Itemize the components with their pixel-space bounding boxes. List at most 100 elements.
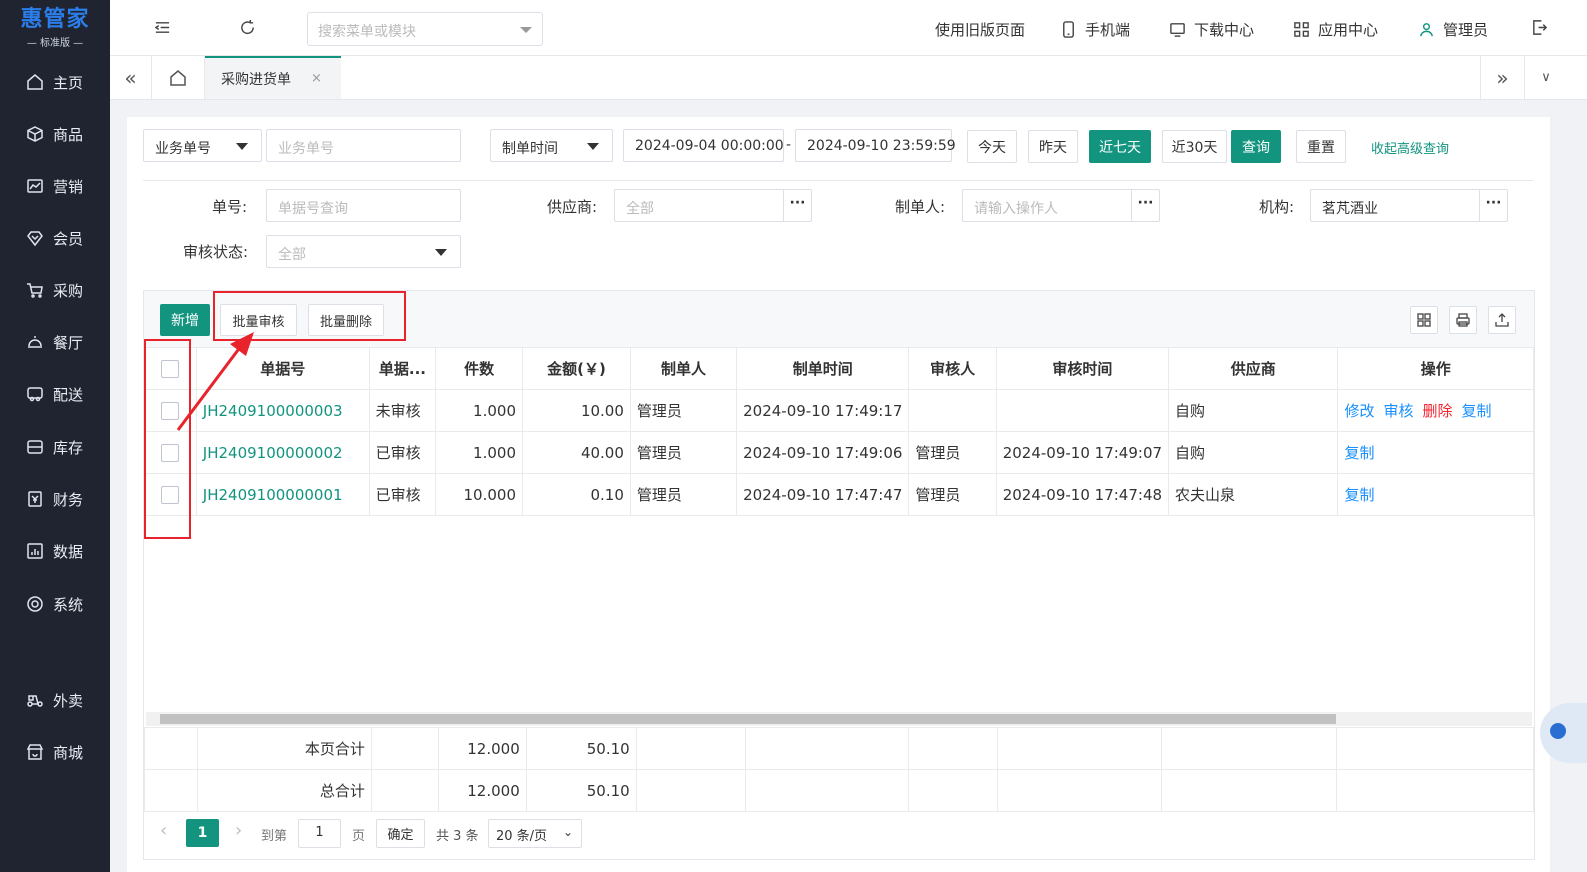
- start-date-input[interactable]: 2024-09-04 00:00:00: [623, 129, 784, 162]
- creator-placeholder: 请输入操作人: [974, 201, 1058, 217]
- query-button[interactable]: 查询: [1231, 130, 1281, 163]
- more-dots-icon[interactable]: ···: [783, 190, 811, 221]
- last-30-days-button[interactable]: 近30天: [1162, 130, 1227, 163]
- sidebar-item-delivery[interactable]: 配送: [0, 374, 110, 414]
- field-type-value: 业务单号: [155, 141, 211, 157]
- scrollbar-thumb[interactable]: [160, 714, 1336, 724]
- data-grid: 新增 批量审核 批量删除 单据号 单据... 件数 金额(￥) 制单人 制单时间…: [143, 290, 1535, 860]
- copy-link[interactable]: 复制: [1344, 444, 1374, 462]
- sidebar-item-goods[interactable]: 商品: [0, 114, 110, 154]
- sidebar-item-inventory[interactable]: 库存: [0, 427, 110, 467]
- org-picker[interactable]: 茗芃酒业 ···: [1310, 189, 1508, 222]
- auditor-cell: 管理员: [908, 473, 997, 516]
- user-name: 管理员: [1443, 21, 1489, 39]
- sidebar-item-purchase[interactable]: 采购: [0, 270, 110, 310]
- assistant-avatar-icon: [1550, 723, 1566, 739]
- print-button[interactable]: [1449, 306, 1477, 334]
- col-header[interactable]: 件数: [435, 347, 523, 390]
- creator-cell: 管理员: [629, 431, 738, 474]
- copy-link[interactable]: 复制: [1344, 486, 1374, 504]
- sidebar-item-marketing[interactable]: 营销: [0, 166, 110, 206]
- yesterday-button[interactable]: 昨天: [1028, 130, 1078, 163]
- audit-status-select[interactable]: 全部: [266, 235, 461, 268]
- field-type-select[interactable]: 业务单号: [143, 129, 262, 162]
- col-header[interactable]: 审核人: [908, 347, 997, 390]
- order-no-link[interactable]: JH2409100000001: [195, 473, 370, 516]
- sidebar-item-label: 商品: [53, 125, 84, 144]
- next-page-icon[interactable]: ›: [235, 820, 242, 841]
- search-select[interactable]: 搜索菜单或模块: [307, 12, 543, 46]
- download-center-link[interactable]: 下载中心: [1169, 19, 1254, 40]
- mobile-link[interactable]: 手机端: [1060, 19, 1130, 40]
- app-center-link[interactable]: 应用中心: [1293, 19, 1378, 40]
- creator-picker[interactable]: 请输入操作人 ···: [962, 189, 1160, 222]
- sidebar-item-label: 财务: [53, 490, 84, 509]
- summary-table: 本页合计 12.000 50.10 总合计 12.000 50.10: [144, 727, 1534, 812]
- col-header[interactable]: 金额(￥): [522, 347, 631, 390]
- sidebar-item-restaurant[interactable]: 餐厅: [0, 322, 110, 362]
- reset-button[interactable]: 重置: [1296, 130, 1346, 163]
- monitor-icon: [1170, 23, 1185, 37]
- order-no-input[interactable]: 单据号查询: [266, 189, 461, 222]
- copy-link[interactable]: 复制: [1462, 402, 1492, 420]
- tab-scroll-left-icon[interactable]: «: [110, 56, 152, 99]
- collapse-advanced-link[interactable]: 收起高级查询: [1371, 138, 1449, 157]
- more-dots-icon[interactable]: ···: [1479, 190, 1507, 221]
- sidebar-item-members[interactable]: 会员: [0, 218, 110, 258]
- sidebar-item-takeout[interactable]: 外卖: [0, 680, 110, 720]
- column-settings-button[interactable]: [1410, 306, 1438, 334]
- sidebar-item-data[interactable]: 数据: [0, 531, 110, 571]
- delete-link[interactable]: 删除: [1422, 402, 1452, 420]
- close-icon[interactable]: ×: [311, 71, 322, 86]
- status-cell: 已审核: [368, 431, 437, 474]
- goto-confirm-button[interactable]: 确定: [376, 819, 425, 848]
- col-header[interactable]: 制单时间: [736, 347, 910, 390]
- supplier-cell: 自购: [1168, 389, 1339, 432]
- tab-home[interactable]: [152, 56, 205, 99]
- app-center-label: 应用中心: [1318, 21, 1379, 39]
- tab-more-chevron-down-icon[interactable]: ∨: [1524, 56, 1567, 99]
- page-total-label: 本页合计: [196, 727, 372, 770]
- sidebar-item-mall[interactable]: 商城: [0, 732, 110, 772]
- tab-scroll-right-icon[interactable]: »: [1480, 56, 1524, 99]
- prev-page-icon[interactable]: ‹: [160, 820, 167, 841]
- sidebar-item-system[interactable]: 系统: [0, 584, 110, 624]
- user-menu[interactable]: 管理员: [1418, 19, 1488, 40]
- business-no-input[interactable]: 业务单号: [266, 129, 461, 162]
- search-placeholder: 搜索菜单或模块: [318, 24, 416, 40]
- export-button[interactable]: [1488, 306, 1516, 334]
- time-type-select[interactable]: 制单时间: [490, 129, 613, 162]
- supplier-picker[interactable]: 全部 ···: [614, 189, 812, 222]
- last-7-days-button[interactable]: 近七天: [1089, 130, 1151, 163]
- audited-cell: [995, 389, 1170, 432]
- col-header[interactable]: 制单人: [629, 347, 738, 390]
- annotation-arrow: [176, 332, 254, 431]
- logout-button[interactable]: [1531, 19, 1556, 36]
- order-no-link[interactable]: JH2409100000002: [195, 431, 370, 474]
- sidebar-item-label: 数据: [53, 542, 84, 561]
- printer-icon: [1456, 313, 1470, 327]
- col-header[interactable]: 供应商: [1168, 347, 1339, 390]
- col-header[interactable]: 单据...: [368, 347, 437, 390]
- page-size-select[interactable]: 20 条/页 ⌄: [488, 819, 582, 848]
- col-header[interactable]: 审核时间: [995, 347, 1170, 390]
- refresh-button[interactable]: [239, 19, 264, 36]
- today-button[interactable]: 今天: [967, 130, 1017, 163]
- date-range-dash: -: [786, 137, 792, 153]
- end-date-input[interactable]: 2024-09-10 23:59:59: [795, 129, 956, 162]
- menu-toggle-button[interactable]: [154, 19, 179, 36]
- old-page-link[interactable]: 使用旧版页面: [935, 19, 1025, 40]
- audit-link[interactable]: 审核: [1383, 402, 1413, 420]
- sidebar-item-finance[interactable]: 财务: [0, 479, 110, 519]
- more-dots-icon[interactable]: ···: [1131, 190, 1159, 221]
- page-current[interactable]: 1: [186, 819, 219, 847]
- edit-link[interactable]: 修改: [1344, 402, 1374, 420]
- goto-label: 到第: [261, 829, 288, 844]
- sidebar-item-home[interactable]: 主页: [0, 62, 110, 102]
- creator-cell: 管理员: [629, 389, 738, 432]
- tab-purchase-receipt[interactable]: 采购进货单 ×: [205, 56, 341, 99]
- goto-page-input[interactable]: 1: [298, 819, 341, 848]
- chart-icon: [27, 179, 43, 193]
- horizontal-scrollbar[interactable]: [146, 712, 1532, 726]
- supplier-label: 供应商:: [546, 198, 597, 216]
